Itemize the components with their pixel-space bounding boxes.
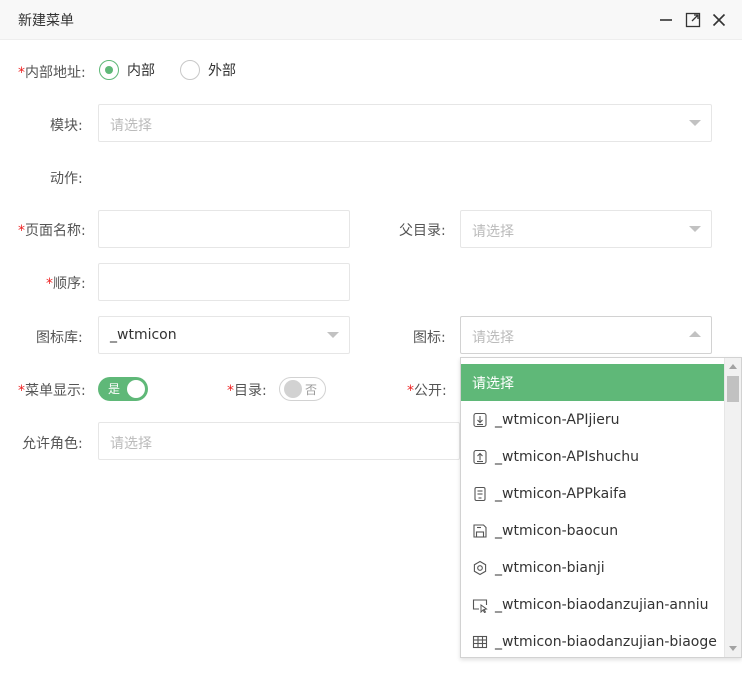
module-select[interactable]: 请选择: [98, 104, 712, 142]
radio-external[interactable]: 外部: [180, 60, 236, 80]
order-label: *顺序:: [46, 276, 86, 292]
edit-icon: [472, 560, 488, 576]
dropdown-option[interactable]: _wtmicon-baocun: [461, 512, 725, 549]
module-label: 模块:: [50, 118, 83, 134]
action-label: 动作:: [50, 171, 83, 187]
roles-select[interactable]: 请选择: [98, 422, 460, 460]
dialog-titlebar: 新建菜单: [0, 0, 742, 40]
parent-select[interactable]: 请选择: [460, 210, 712, 248]
directory-switch[interactable]: 否: [279, 377, 326, 401]
icon-lib-label: 图标库:: [36, 330, 83, 346]
maximize-icon[interactable]: [683, 10, 703, 30]
address-label: *内部地址:: [18, 65, 86, 81]
chevron-down-icon: [327, 332, 339, 338]
scroll-thumb[interactable]: [727, 376, 739, 402]
dropdown-option-placeholder[interactable]: 请选择: [461, 364, 725, 401]
dropdown-option[interactable]: _wtmicon-APIshuchu: [461, 438, 725, 475]
scroll-down-arrow-icon[interactable]: [729, 646, 737, 651]
dialog-title: 新建菜单: [18, 13, 74, 29]
chevron-down-icon: [689, 120, 701, 126]
menu-show-switch-text: 是: [108, 382, 121, 396]
icon-lib-value: _wtmicon: [110, 327, 177, 343]
radio-external-label: 外部: [208, 63, 236, 79]
page-name-label: *页面名称:: [18, 223, 86, 239]
save-icon: [472, 523, 488, 539]
icon-dropdown: 请选择 _wtmicon-APIjieru _wtmicon-APIshuchu…: [460, 357, 742, 658]
scroll-up-arrow-icon[interactable]: [729, 364, 737, 369]
icon-select[interactable]: 请选择: [460, 316, 712, 354]
icon-label: 图标:: [413, 330, 446, 346]
switch-knob: [127, 380, 145, 398]
dropdown-option[interactable]: _wtmicon-APIjieru: [461, 401, 725, 438]
dropdown-scrollbar[interactable]: [724, 358, 741, 657]
directory-switch-text: 否: [304, 383, 317, 397]
api-export-icon: [472, 449, 488, 465]
roles-label: 允许角色:: [22, 436, 83, 452]
minimize-icon[interactable]: [656, 10, 676, 30]
page-name-input[interactable]: [98, 210, 350, 248]
public-label: *公开:: [407, 383, 447, 399]
radio-internal[interactable]: 内部: [99, 60, 155, 80]
icon-placeholder: 请选择: [472, 330, 514, 346]
module-placeholder: 请选择: [110, 118, 152, 134]
form-button-icon: [472, 597, 488, 613]
order-input[interactable]: [98, 263, 350, 301]
directory-label: *目录:: [227, 383, 267, 399]
parent-label: 父目录:: [399, 223, 446, 239]
dropdown-option[interactable]: _wtmicon-APPkaifa: [461, 475, 725, 512]
dropdown-option[interactable]: _wtmicon-biaodanzujian-anniu: [461, 586, 725, 623]
roles-placeholder: 请选择: [110, 436, 152, 452]
chevron-down-icon: [689, 226, 701, 232]
radio-circle: [180, 60, 200, 80]
chevron-up-icon: [689, 331, 701, 337]
close-icon[interactable]: [709, 10, 729, 30]
radio-circle: [99, 60, 119, 80]
api-import-icon: [472, 412, 488, 428]
menu-show-switch[interactable]: 是: [98, 377, 148, 401]
app-dev-icon: [472, 486, 488, 502]
switch-knob: [284, 380, 302, 398]
dropdown-option[interactable]: _wtmicon-biaodanzujian-biaoge: [461, 623, 725, 657]
table-icon: [472, 634, 488, 650]
icon-lib-select[interactable]: _wtmicon: [98, 316, 350, 354]
menu-show-label: *菜单显示:: [18, 383, 86, 399]
dropdown-option[interactable]: _wtmicon-bianji: [461, 549, 725, 586]
parent-placeholder: 请选择: [472, 224, 514, 240]
radio-internal-label: 内部: [127, 63, 155, 79]
